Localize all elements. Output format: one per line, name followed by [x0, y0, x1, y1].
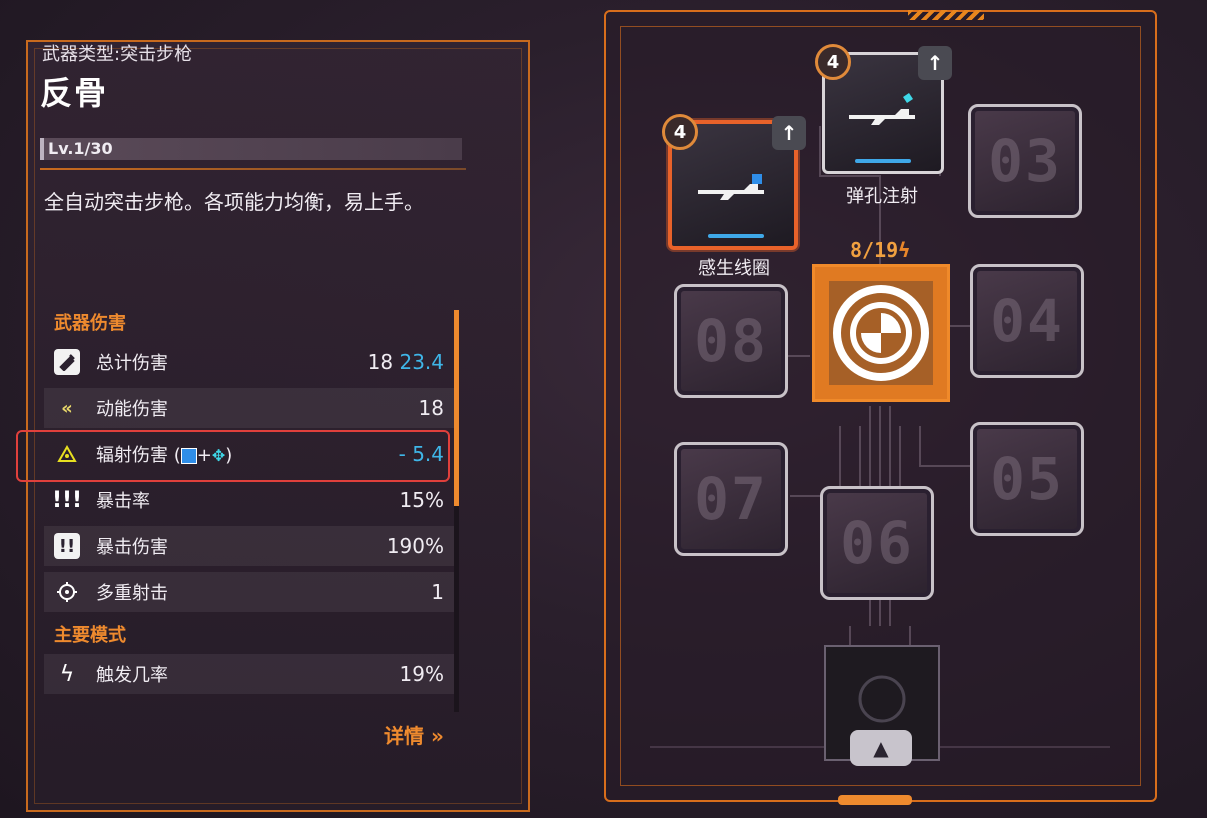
mod-name-left: 感生线圈: [698, 258, 770, 279]
stat-label: 总计伤害: [96, 353, 168, 374]
highlight-box: [16, 430, 450, 482]
stat-value: 18 23.4: [367, 350, 444, 374]
lightning-icon: ϟ: [898, 238, 911, 262]
stat-value: 190%: [386, 534, 444, 558]
modded-value: 23.4: [399, 350, 444, 374]
weapon-level: Lv.1/30: [48, 139, 113, 158]
details-link[interactable]: 详情 »: [384, 720, 444, 749]
stats-scrollbar-thumb[interactable]: [454, 310, 459, 506]
stat-label: 多重射击: [96, 583, 168, 604]
multishot-icon: [54, 579, 80, 605]
stat-total-damage[interactable]: 总计伤害 18 23.4: [44, 342, 454, 382]
crit-rate-icon: !!!: [51, 487, 83, 513]
mod-slot-03[interactable]: 03: [968, 104, 1082, 218]
stat-label: 暴击伤害: [96, 537, 168, 558]
stat-kinetic-damage[interactable]: « 动能伤害 18: [44, 388, 454, 428]
mod-capacity: 8/19ϟ: [850, 238, 911, 262]
section-primary-mode: 主要模式: [54, 625, 126, 646]
stat-crit-damage[interactable]: !! 暴击伤害 190%: [44, 526, 454, 566]
mod-polarity-bar: [855, 159, 911, 163]
damage-icon: [54, 349, 80, 375]
kinetic-icon: «: [61, 397, 73, 419]
mod-rank-badge: 4: [815, 44, 851, 80]
stat-value: 15%: [399, 488, 444, 512]
stat-radiation-damage[interactable]: 辐射伤害 (+✥) - 5.4: [16, 430, 454, 482]
stat-label: 动能伤害: [96, 399, 168, 420]
lightning-icon: ϟ: [59, 661, 75, 687]
stat-trigger-chance[interactable]: ϟ 触发几率 19%: [44, 654, 454, 694]
mod-slot-06[interactable]: 06: [820, 486, 934, 600]
weapon-description: 全自动突击步枪。各项能力均衡，易上手。: [44, 190, 424, 214]
aura-slot[interactable]: [812, 264, 950, 402]
rifle-mod-icon: [698, 174, 764, 200]
mod-slot-08[interactable]: 08: [674, 284, 788, 398]
triangle-icon[interactable]: ▲: [850, 730, 912, 766]
rifle-mod-icon: [849, 93, 915, 125]
aura-emblem-icon: [829, 281, 933, 385]
stat-crit-rate[interactable]: !!! 暴击率 15%: [44, 480, 454, 520]
mod-slot-05[interactable]: 05: [970, 422, 1084, 536]
level-progress-fill: [40, 138, 44, 160]
stat-value: 18: [418, 396, 444, 420]
stats-list[interactable]: 武器伤害 总计伤害 18 23.4 « 动能伤害 18 辐射伤害 (+✥) - …: [16, 306, 454, 700]
stat-value: 1: [431, 580, 444, 604]
weapon-level-bar: Lv.1/30: [40, 138, 462, 160]
weapon-type-label: 武器类型:突击步枪: [42, 44, 193, 65]
section-weapon-damage: 武器伤害: [54, 313, 126, 334]
stat-label: 触发几率: [96, 665, 168, 686]
panel-hatch-decoration: [908, 10, 984, 20]
arrow-up-icon[interactable]: ↑: [772, 116, 806, 150]
panel-bottom-tab: [838, 795, 912, 805]
divider: [40, 168, 466, 170]
double-chevron-right-icon: »: [430, 724, 444, 748]
mod-slot-07[interactable]: 07: [674, 442, 788, 556]
stat-label: 暴击率: [96, 491, 150, 512]
crit-damage-icon: !!: [54, 533, 80, 559]
weapon-name: 反骨: [40, 74, 109, 112]
mod-rank-badge: 4: [662, 114, 698, 150]
arrow-up-icon[interactable]: ↑: [918, 46, 952, 80]
stat-value: 19%: [399, 662, 444, 686]
mod-polarity-bar: [708, 234, 764, 238]
stat-multishot[interactable]: 多重射击 1: [44, 572, 454, 612]
mod-slot-04[interactable]: 04: [970, 264, 1084, 378]
mod-name-top: 弹孔注射: [846, 186, 918, 207]
